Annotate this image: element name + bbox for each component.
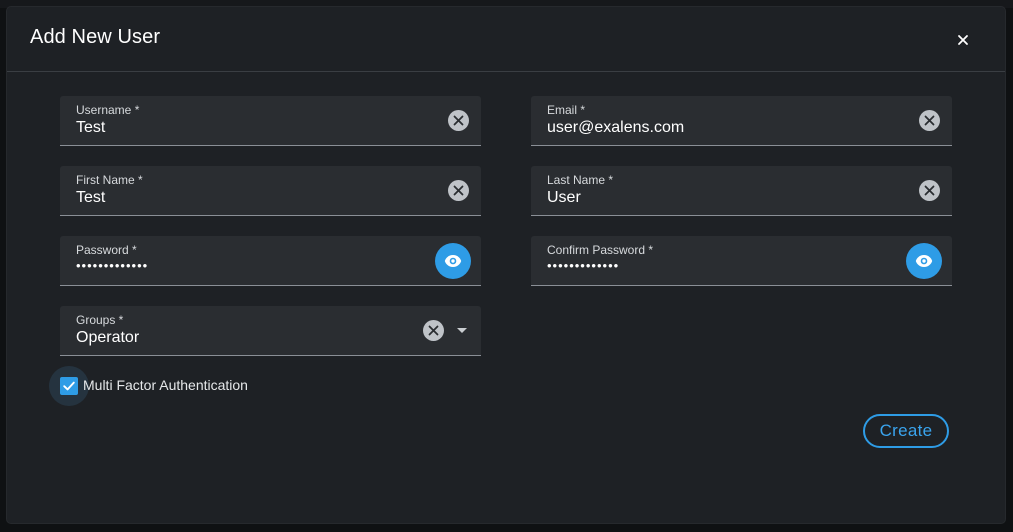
password-label: Password * (76, 243, 137, 257)
confirm-password-field[interactable]: Confirm Password * ••••••••••••• (531, 236, 952, 286)
first-name-value[interactable]: Test (76, 189, 105, 207)
password-field[interactable]: Password * ••••••••••••• (60, 236, 481, 286)
close-icon (958, 35, 968, 45)
toggle-confirm-password-visibility-button[interactable] (906, 243, 942, 279)
dialog-header: Add New User (7, 7, 1005, 72)
first-name-field[interactable]: First Name * Test (60, 166, 481, 216)
close-button[interactable] (951, 28, 975, 52)
username-label: Username * (76, 103, 140, 117)
email-value[interactable]: user@exalens.com (547, 119, 684, 137)
mfa-label: Multi Factor Authentication (83, 377, 248, 393)
clear-first-name-button[interactable] (448, 180, 469, 201)
dialog-title: Add New User (30, 26, 161, 48)
create-button[interactable]: Create (863, 414, 949, 448)
groups-label: Groups * (76, 313, 124, 327)
email-field[interactable]: Email * user@exalens.com (531, 96, 952, 146)
clear-username-button[interactable] (448, 110, 469, 131)
username-value[interactable]: Test (76, 119, 105, 137)
clear-icon (924, 185, 935, 196)
password-value[interactable]: ••••••••••••• (76, 258, 148, 273)
groups-value[interactable]: Operator (76, 329, 139, 347)
eye-icon (915, 255, 933, 267)
add-user-dialog: Add New User Username * Test Email * use… (7, 7, 1005, 523)
clear-icon (428, 325, 439, 336)
clear-last-name-button[interactable] (919, 180, 940, 201)
confirm-password-value[interactable]: ••••••••••••• (547, 258, 619, 273)
clear-icon (453, 115, 464, 126)
clear-groups-button[interactable] (423, 320, 444, 341)
confirm-password-label: Confirm Password * (547, 243, 654, 257)
last-name-field[interactable]: Last Name * User (531, 166, 952, 216)
checkbox-box[interactable] (60, 377, 78, 395)
eye-icon (444, 255, 462, 267)
toggle-password-visibility-button[interactable] (435, 243, 471, 279)
last-name-value[interactable]: User (547, 189, 581, 207)
checkmark-icon (63, 381, 75, 391)
chevron-down-icon[interactable] (457, 328, 467, 333)
first-name-label: First Name * (76, 173, 143, 187)
last-name-label: Last Name * (547, 173, 614, 187)
clear-icon (453, 185, 464, 196)
email-label: Email * (547, 103, 586, 117)
groups-select[interactable]: Groups * Operator (60, 306, 481, 356)
clear-icon (924, 115, 935, 126)
username-field[interactable]: Username * Test (60, 96, 481, 146)
clear-email-button[interactable] (919, 110, 940, 131)
